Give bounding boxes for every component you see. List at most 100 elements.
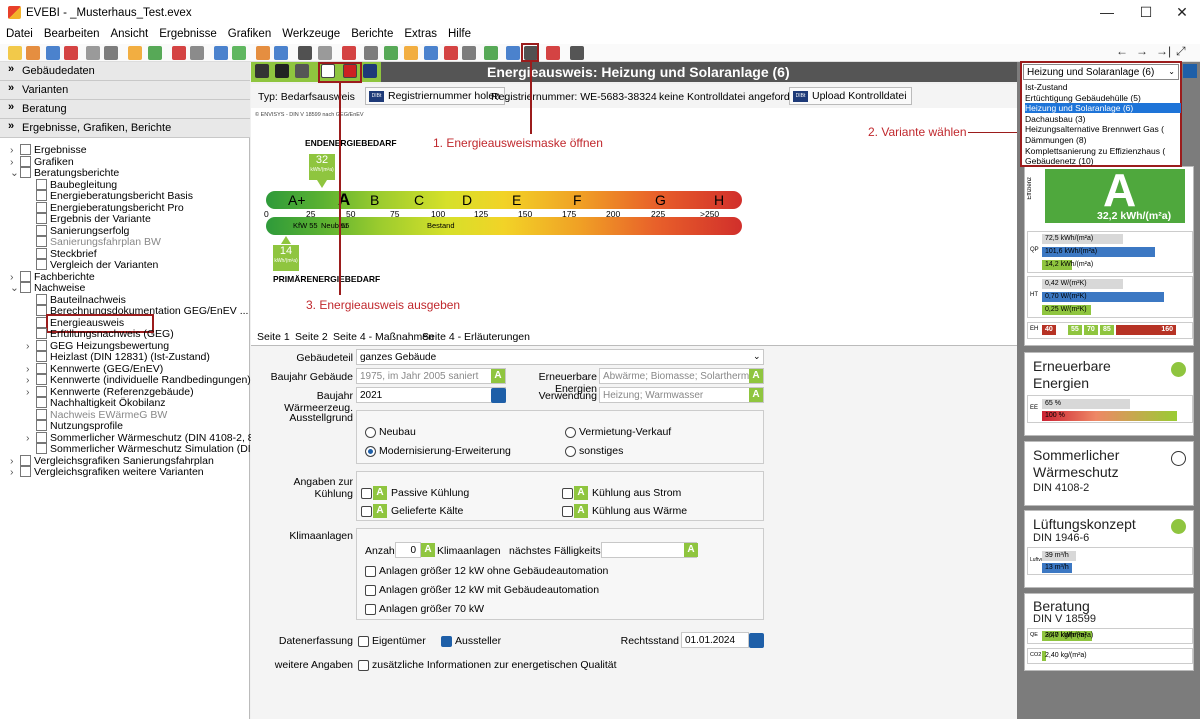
erneuerbare-field[interactable]: Abwärme; Biomasse; Solarthermie — [599, 368, 764, 384]
forward-arrow-icon[interactable]: → — [1136, 44, 1148, 58]
certificate-icon[interactable] — [506, 46, 520, 60]
eigentuemer-checkbox[interactable] — [358, 636, 369, 647]
calculate-icon[interactable] — [190, 46, 204, 60]
chart-icon[interactable] — [274, 46, 288, 60]
dibt-icon[interactable] — [363, 64, 377, 78]
variant-option[interactable]: Dämmungen (8) — [1025, 135, 1181, 145]
zusaetzlich-checkbox[interactable] — [358, 660, 369, 671]
tab-seite-1[interactable]: Seite 1 — [257, 331, 290, 343]
copy-icon[interactable] — [64, 46, 78, 60]
table-icon[interactable] — [232, 46, 246, 60]
menu-6[interactable]: Berichte — [345, 26, 398, 40]
section-0[interactable]: Gebäudedaten — [0, 62, 250, 81]
variant-option[interactable]: Heizung und Solaranlage (6) — [1025, 103, 1181, 114]
variant-option[interactable]: Ist-Zustand — [1025, 82, 1181, 92]
upload-control-file-button[interactable]: Upload Kontrolldatei — [789, 87, 912, 105]
back-arrow-icon[interactable]: ← — [1116, 44, 1128, 58]
save-icon[interactable] — [275, 64, 289, 78]
grid-icon[interactable] — [295, 64, 309, 78]
variant-select[interactable]: Heizung und Solaranlage (6) ⌄ — [1023, 64, 1179, 80]
menu-7[interactable]: Extras — [398, 26, 442, 40]
anlage-70kw-checkbox[interactable] — [365, 604, 376, 615]
gelieferte-kaelte-checkbox[interactable] — [361, 506, 372, 517]
neubau-radio[interactable] — [365, 427, 376, 438]
auto-value-icon[interactable]: A — [574, 486, 588, 500]
close-icon[interactable]: ✕ — [1168, 4, 1196, 22]
menu-2[interactable]: Ansicht — [104, 26, 153, 40]
baujahr-waermeerzeuger-field[interactable]: 2021 — [356, 387, 506, 403]
undo-icon[interactable] — [128, 46, 142, 60]
variant-option[interactable]: Dachausbau (3) — [1025, 114, 1181, 124]
variant-option[interactable]: Komplettsanierung zu Effizienzhaus ( — [1025, 146, 1181, 156]
edit-icon[interactable] — [491, 388, 506, 403]
sum-icon[interactable] — [256, 46, 270, 60]
verwendung-field[interactable]: Heizung; Warmwasser — [599, 387, 764, 403]
section-1[interactable]: Varianten — [0, 81, 250, 100]
anlage-12kw-ohne-checkbox[interactable] — [365, 566, 376, 577]
modernisierung-radio[interactable] — [365, 446, 376, 457]
variant-option[interactable]: Heizungsalternative Brennwert Gas ( — [1025, 124, 1181, 134]
auto-value-icon[interactable]: A — [749, 388, 763, 402]
heating-icon[interactable] — [384, 46, 398, 60]
tab-seite-2[interactable]: Seite 2 — [295, 331, 328, 343]
section-2[interactable]: Beratung — [0, 100, 250, 119]
open-icon[interactable] — [26, 46, 40, 60]
anzahl-field[interactable]: 0 — [395, 542, 421, 558]
roof-icon[interactable] — [342, 46, 356, 60]
print-icon[interactable] — [104, 46, 118, 60]
menu-8[interactable]: Hilfe — [442, 26, 476, 40]
tool-icon[interactable] — [298, 46, 312, 60]
flame-icon[interactable] — [424, 46, 438, 60]
help-icon[interactable] — [546, 46, 560, 60]
menu-0[interactable]: Datei — [0, 26, 38, 40]
sun-icon[interactable] — [404, 46, 418, 60]
list-icon[interactable] — [484, 46, 498, 60]
anlage-12kw-mit-checkbox[interactable] — [365, 585, 376, 596]
passive-kuehlung-checkbox[interactable] — [361, 488, 372, 499]
redo-icon[interactable] — [148, 46, 162, 60]
menu-1[interactable]: Bearbeiten — [38, 26, 105, 40]
auto-value-icon[interactable]: A — [421, 543, 435, 557]
save-icon[interactable] — [46, 46, 60, 60]
section-3[interactable]: Ergebnisse, Grafiken, Berichte — [0, 119, 250, 138]
menu-4[interactable]: Grafiken — [222, 26, 276, 40]
auto-value-icon[interactable]: A — [574, 504, 588, 518]
auto-value-icon[interactable]: A — [491, 369, 505, 383]
menu-5[interactable]: Werkzeuge — [276, 26, 345, 40]
variant-option[interactable]: Gebäudenetz (10) — [1025, 156, 1181, 166]
tree-toggle-icon[interactable]: ⌄ — [10, 282, 20, 295]
maximize-icon[interactable]: ☐ — [1132, 4, 1160, 22]
rechtsstand-field[interactable]: 01.01.2024 — [681, 632, 749, 648]
folder-icon[interactable] — [86, 46, 100, 60]
refresh-icon[interactable] — [172, 46, 186, 60]
minimize-icon[interactable]: — — [1093, 4, 1121, 22]
door-icon[interactable] — [462, 46, 476, 60]
auto-value-icon[interactable]: A — [373, 486, 387, 500]
menu-3[interactable]: Ergebnisse — [153, 26, 222, 40]
variant-dropdown[interactable]: Heizung und Solaranlage (6) ⌄ Ist-Zustand… — [1020, 61, 1182, 167]
variant-option[interactable]: Ertüchtigung Gebäudehülle (5) — [1025, 93, 1181, 103]
edit-variant-icon[interactable] — [1183, 64, 1197, 78]
tree-toggle-icon[interactable]: › — [10, 466, 20, 479]
vermietung-radio[interactable] — [565, 427, 576, 438]
report-icon[interactable] — [214, 46, 228, 60]
sonstiges-radio[interactable] — [565, 446, 576, 457]
tree-item[interactable]: › Vergleichsgrafiken weitere Varianten — [10, 466, 204, 479]
faelligkeitsdatum-field[interactable] — [601, 542, 697, 558]
tree-toggle-icon[interactable]: ⌄ — [10, 167, 20, 180]
expand-icon[interactable]: ⤢ — [1176, 44, 1186, 59]
tab-seite-4-erlaeuterungen[interactable]: Seite 4 - Erläuterungen — [422, 331, 530, 343]
house-icon[interactable] — [444, 46, 458, 60]
gebaeudeteil-select[interactable]: ganzes Gebäude — [356, 349, 764, 365]
aussteller-checkbox[interactable] — [441, 636, 452, 647]
chevron-down-icon[interactable]: ⌄ — [753, 351, 761, 362]
window-icon[interactable] — [364, 46, 378, 60]
tab-seite-4-massnahmen[interactable]: Seite 4 - Maßnahmen — [333, 331, 434, 343]
register-number-button[interactable]: Registriernummer holen — [365, 87, 506, 105]
edit-icon[interactable] — [255, 64, 269, 78]
auto-value-icon[interactable]: A — [749, 369, 763, 383]
edit-icon[interactable] — [749, 633, 764, 648]
new-icon[interactable] — [8, 46, 22, 60]
auto-value-icon[interactable]: A — [373, 504, 387, 518]
auto-value-icon[interactable]: A — [684, 543, 698, 557]
